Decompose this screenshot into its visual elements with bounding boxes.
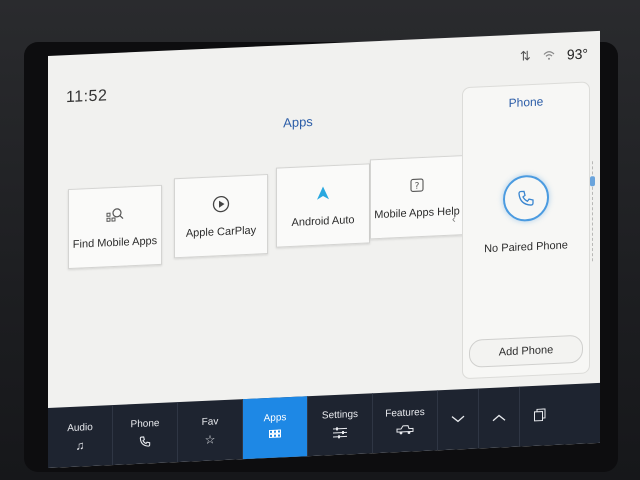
phone-panel-title: Phone [508,94,544,111]
tile-label: Android Auto [291,214,355,229]
nav-phone[interactable]: Phone [113,402,178,466]
nav-label: Apps [263,411,287,424]
nav-label: Phone [130,417,160,430]
dashboard-bezel: 11:52 ⇅ 93° Apps Find Mobile Apps Apple … [0,0,640,480]
android-auto-icon [313,183,333,204]
svg-text:?: ? [415,182,420,192]
phone-icon [139,435,151,450]
phone-icon[interactable] [503,174,549,223]
nav-scroll-down[interactable] [438,388,479,451]
infotainment-screen: 11:52 ⇅ 93° Apps Find Mobile Apps Apple … [48,30,600,468]
nav-screens[interactable] [520,385,560,447]
nav-label: Fav [201,415,219,428]
nav-audio[interactable]: Audio ♫ [48,405,113,468]
nav-label: Features [385,406,425,420]
nav-apps[interactable]: Apps [243,396,308,460]
chevron-down-icon [451,413,465,426]
nav-scroll-up[interactable] [479,386,520,449]
no-paired-phone-text: No Paired Phone [484,239,568,256]
truck-icon [396,424,414,437]
apps-panel-title: Apps [283,113,313,131]
wifi-icon [543,47,555,63]
music-note-icon: ♫ [75,437,85,453]
add-phone-button[interactable]: Add Phone [469,334,583,368]
tile-label: Apple CarPlay [185,224,257,240]
scroll-thumb[interactable] [590,176,595,187]
apps-grid-icon [269,428,281,444]
tile-label: Find Mobile Apps [72,235,158,251]
tile-apple-carplay[interactable]: Apple CarPlay [174,174,268,259]
nav-settings[interactable]: Settings [308,393,373,457]
phone-panel: Phone No Paired Phone Add Phone [462,81,590,380]
status-bar-right: ⇅ 93° [520,45,588,64]
nav-label: Settings [321,408,359,422]
nav-fav[interactable]: Fav ☆ [178,399,243,463]
transfer-arrows-icon: ⇅ [519,48,531,64]
temperature-readout: 93° [566,45,588,63]
star-icon: ☆ [204,431,216,447]
help-icon: ? [407,175,427,196]
chevron-left-icon[interactable]: ‹ [452,213,456,225]
chevron-up-icon [492,411,506,424]
tile-find-mobile-apps[interactable]: Find Mobile Apps [68,184,162,270]
tile-label: Mobile Apps Help [374,205,460,222]
clock: 11:52 [66,87,108,107]
tile-mobile-apps-help[interactable]: ? Mobile Apps Help [370,155,464,240]
carplay-icon [211,194,231,215]
app-search-icon [105,205,125,226]
nav-label: Audio [67,421,93,434]
nav-features[interactable]: Features [373,390,438,454]
tile-android-auto[interactable]: Android Auto [276,163,370,248]
settings-sliders-icon [333,426,347,441]
copy-screens-icon [534,407,546,424]
